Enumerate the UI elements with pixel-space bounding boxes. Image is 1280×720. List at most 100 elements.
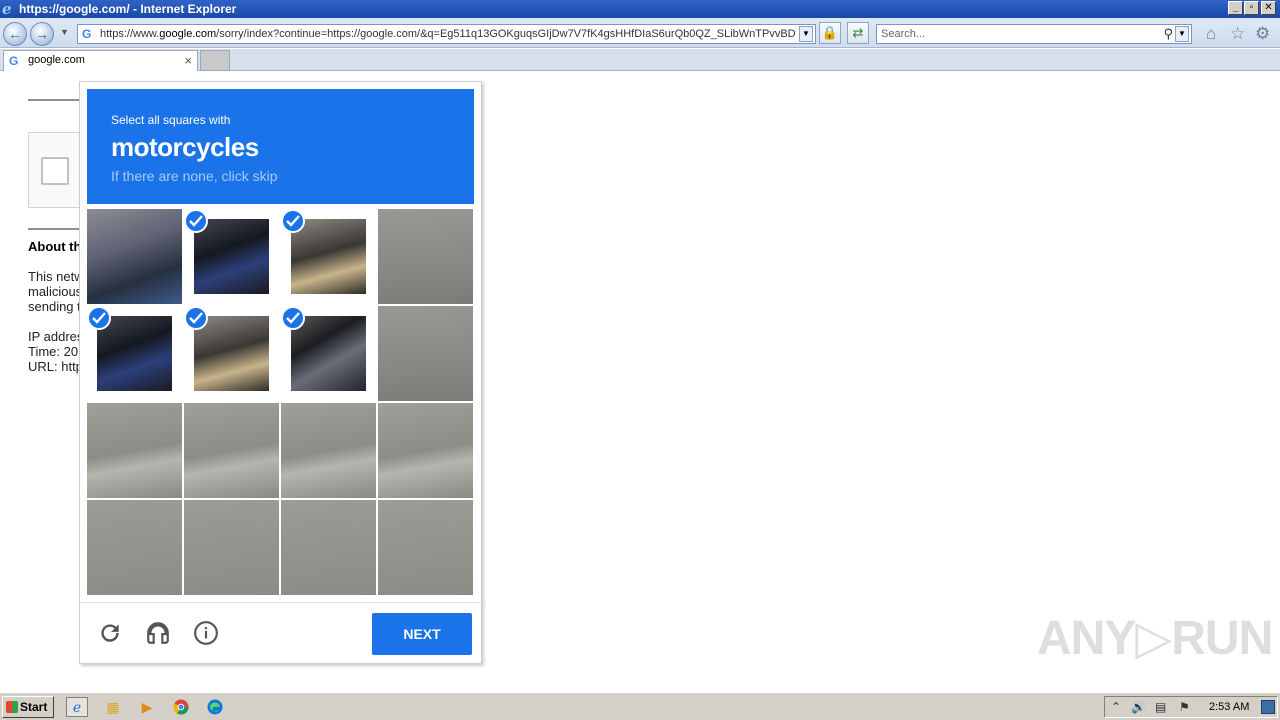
image-tile[interactable] [281,500,376,595]
recaptcha-anchor[interactable] [28,132,80,208]
tile-image [291,316,366,391]
image-tile[interactable] [378,209,473,304]
back-button[interactable]: ← [3,22,27,46]
selected-check-icon [87,306,111,330]
instruction-text: Select all squares with [111,113,231,127]
tile-image [378,306,473,401]
ip-address-line: IP addres [28,329,84,344]
selected-check-icon [184,306,208,330]
google-favicon-icon: G [82,27,92,41]
windows-logo-icon [6,701,18,713]
body-line: malicious [28,284,83,299]
edge-icon[interactable] [204,697,226,717]
tile-image [194,219,269,294]
anyrun-watermark: ANY▷RUN [1037,612,1273,665]
history-dropdown-icon[interactable]: ▼ [60,27,69,37]
chrome-icon[interactable] [170,697,192,717]
url-prefix: https://www. [100,28,160,40]
address-dropdown-button[interactable]: ▼ [799,26,813,42]
search-input[interactable]: Search... ⚲ [876,24,1192,44]
tile-image [87,209,182,304]
image-tile[interactable] [184,306,279,401]
target-object: motorcycles [111,132,259,162]
tile-image [281,403,376,498]
media-player-icon[interactable]: ▶ [136,697,158,717]
image-tile[interactable] [281,306,376,401]
image-tile[interactable] [87,403,182,498]
recaptcha-checkbox[interactable] [41,157,69,185]
gear-icon[interactable]: ⚙ [1255,25,1270,43]
tile-image [87,403,182,498]
info-icon[interactable] [193,620,219,646]
image-tile[interactable] [184,209,279,304]
google-favicon-icon: G [9,54,19,68]
system-tray: ⌃ 🔊 ▤ ⚑ 2:53 AM [1104,696,1278,718]
image-tile[interactable] [378,306,473,401]
body-line: sending t [28,299,81,314]
image-tile[interactable] [184,403,279,498]
internet-explorer-icon: e [2,0,12,18]
tile-image [291,219,366,294]
minimize-button[interactable]: _ [1228,1,1243,15]
audio-headphones-icon[interactable] [145,620,171,646]
show-desktop-button[interactable] [1261,700,1275,714]
start-button[interactable]: Start [2,696,54,718]
next-button[interactable]: NEXT [372,613,472,655]
tab-close-button[interactable]: × [184,51,192,70]
about-heading: About th [28,239,82,254]
show-hidden-icons-icon[interactable]: ⌃ [1111,700,1121,714]
tile-image [194,316,269,391]
recaptcha-challenge-popup: Select all squares with motorcycles If t… [79,81,482,664]
image-tile[interactable] [281,209,376,304]
tile-image [378,403,473,498]
selected-check-icon [281,209,305,233]
address-url[interactable]: https://www.google.com/sorry/index?conti… [100,25,796,43]
image-tile[interactable] [378,500,473,595]
lock-icon[interactable]: 🔒 [819,22,841,44]
image-tile[interactable] [87,306,182,401]
image-tile[interactable] [184,500,279,595]
folder-icon[interactable]: ▦ [102,697,124,717]
clock[interactable]: 2:53 AM [1209,701,1249,713]
image-tile[interactable] [281,403,376,498]
tile-image [378,209,473,304]
tile-image [184,500,279,595]
address-bar[interactable]: G https://www.google.com/sorry/index?con… [77,24,816,44]
tile-image [87,500,182,595]
search-dropdown-button[interactable]: ▼ [1175,26,1189,42]
navigation-bar: ← → ▼ G https://www.google.com/sorry/ind… [0,18,1280,48]
new-tab-button[interactable] [200,50,230,71]
home-icon[interactable]: ⌂ [1206,25,1216,43]
internet-explorer-icon[interactable]: e [66,697,88,717]
tab-bar: G google.com × [0,49,1280,71]
image-tile[interactable] [87,500,182,595]
tab-google[interactable]: G google.com × [3,50,198,71]
reload-icon[interactable] [97,620,123,646]
taskbar: Start e ▦ ▶ ⌃ 🔊 ▤ ⚑ 2:53 AM [0,692,1280,720]
image-tile[interactable] [87,209,182,304]
skip-hint: If there are none, click skip [111,168,278,184]
tile-image [184,403,279,498]
close-window-button[interactable]: ✕ [1261,1,1276,15]
refresh-icon[interactable]: ⇄ [847,22,869,44]
forward-button[interactable]: → [30,22,54,46]
window-title: https://google.com/ - Internet Explorer [19,2,237,16]
url-path: /sorry/index?continue=https://google.com… [216,28,796,40]
tile-image [281,500,376,595]
challenge-footer: NEXT [80,602,481,664]
favorites-star-icon[interactable]: ☆ [1230,25,1245,43]
network-icon[interactable]: ▤ [1155,700,1166,714]
tile-image [97,316,172,391]
window-title-bar: e https://google.com/ - Internet Explore… [0,0,1280,18]
search-placeholder: Search... [881,28,926,40]
url-line[interactable]: URL: http [28,359,83,374]
action-center-flag-icon[interactable]: ⚑ [1179,700,1190,714]
image-tile[interactable] [378,403,473,498]
search-icon[interactable]: ⚲ [1163,25,1173,43]
challenge-header: Select all squares with motorcycles If t… [87,89,474,204]
url-domain: google.com [159,28,217,40]
restore-button[interactable]: ▫ [1244,1,1259,15]
volume-icon[interactable]: 🔊 [1131,700,1146,714]
time-line: Time: 20 [28,344,79,359]
selected-check-icon [281,306,305,330]
